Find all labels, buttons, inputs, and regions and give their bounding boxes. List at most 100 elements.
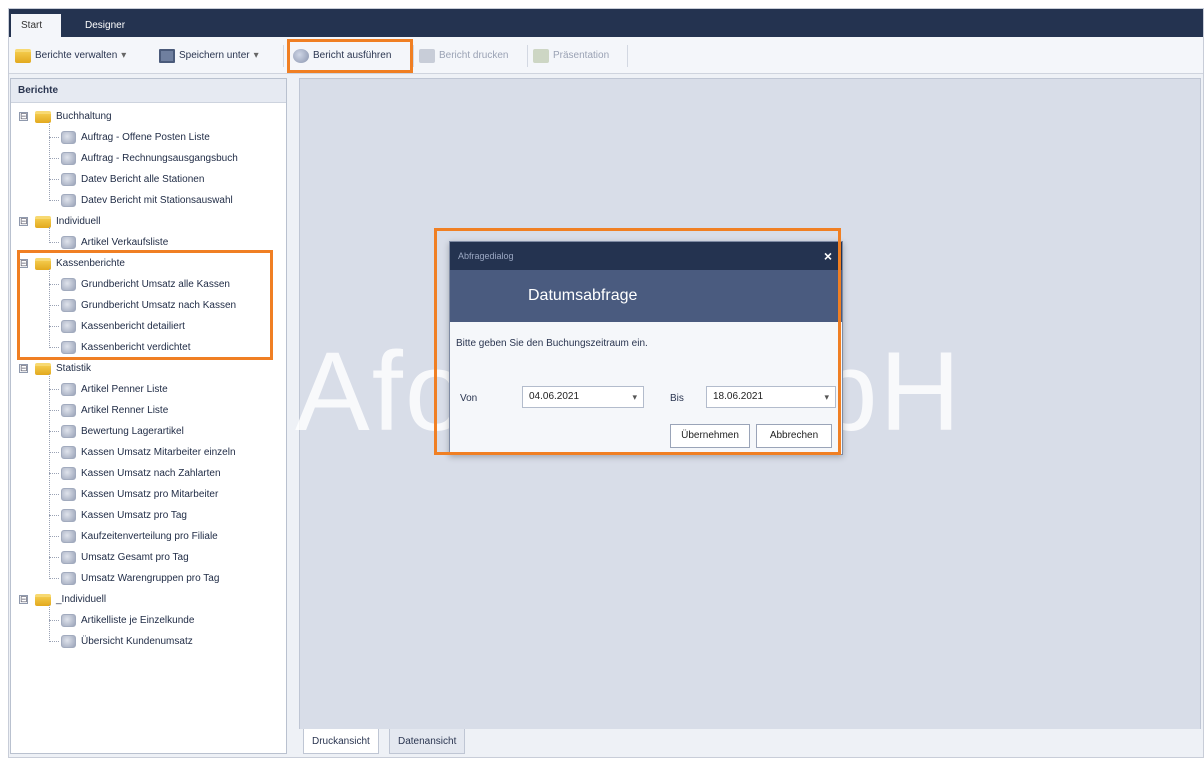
tab-data-view[interactable]: Datenansicht — [389, 729, 466, 754]
tree-report-item[interactable]: Artikel Verkaufsliste — [11, 232, 286, 253]
tree-connector — [49, 431, 59, 432]
toolbar-separator — [413, 45, 414, 67]
chevron-down-icon[interactable]: ▾ — [824, 387, 829, 407]
report-icon — [61, 488, 76, 501]
tree-group[interactable]: ⊟ Kassenberichte — [11, 253, 286, 274]
report-manager-window: Start Designer Berichte verwalten ▾ Spei… — [8, 8, 1204, 758]
tree-report-item[interactable]: Grundbericht Umsatz alle Kassen — [11, 274, 286, 295]
report-icon — [61, 320, 76, 333]
save-as-label: Speichern unter — [179, 50, 250, 61]
close-icon[interactable]: × — [824, 242, 832, 270]
tree-report-item[interactable]: Auftrag - Offene Posten Liste — [11, 127, 286, 148]
collapse-icon[interactable]: ⊟ — [19, 217, 28, 226]
report-icon — [61, 173, 76, 186]
report-icon — [61, 467, 76, 480]
to-date-field[interactable]: 18.06.2021 ▾ — [706, 386, 836, 408]
printer-icon — [419, 49, 435, 63]
tree-group[interactable]: ⊟ _Individuell — [11, 589, 286, 610]
tree-item-label: Artikel Verkaufsliste — [81, 237, 169, 248]
tree-report-item[interactable]: Artikelliste je Einzelkunde — [11, 610, 286, 631]
tree-item-label: Kassen Umsatz pro Tag — [81, 510, 187, 521]
tree-connector — [49, 536, 59, 537]
chevron-down-icon: ▾ — [253, 50, 259, 61]
tree-report-item[interactable]: Artikel Penner Liste — [11, 379, 286, 400]
dialog-header: Datumsabfrage — [450, 270, 842, 322]
from-label: Von — [460, 393, 478, 404]
tree-connector — [49, 242, 59, 243]
tab-designer[interactable]: Designer — [73, 14, 137, 37]
report-icon — [61, 635, 76, 648]
tree-item-label: Datev Bericht alle Stationen — [81, 174, 205, 185]
tab-start[interactable]: Start — [11, 14, 61, 37]
tree-report-item[interactable]: Auftrag - Rechnungsausgangsbuch — [11, 148, 286, 169]
report-icon — [61, 509, 76, 522]
tree-report-item[interactable]: Umsatz Warengruppen pro Tag — [11, 568, 286, 589]
toolbar-separator — [283, 45, 284, 67]
tree-item-label: Kassenbericht detailiert — [81, 321, 185, 332]
chevron-down-icon[interactable]: ▾ — [632, 387, 637, 407]
tree-connector — [49, 347, 59, 348]
tab-print-view[interactable]: Druckansicht — [303, 729, 379, 754]
save-as-button[interactable]: Speichern unter ▾ — [159, 46, 259, 66]
tree-report-item[interactable]: Datev Bericht alle Stationen — [11, 169, 286, 190]
tree-item-label: Kaufzeitenverteilung pro Filiale — [81, 531, 218, 542]
collapse-icon[interactable]: ⊟ — [19, 112, 28, 121]
view-tabs: Druckansicht Datenansicht — [299, 729, 1201, 757]
cancel-button[interactable]: Abbrechen — [756, 424, 832, 448]
from-date-value: 04.06.2021 — [529, 391, 580, 402]
tree-group-label: Individuell — [56, 216, 101, 227]
report-icon — [61, 341, 76, 354]
tree-connector — [49, 179, 59, 180]
tree-connector — [49, 227, 50, 243]
tree-item-label: Grundbericht Umsatz nach Kassen — [81, 300, 237, 311]
tree-report-item[interactable]: Kassenbericht detailiert — [11, 316, 286, 337]
report-icon — [61, 131, 76, 144]
to-date-value: 18.06.2021 — [713, 391, 764, 402]
tree-connector — [49, 374, 50, 579]
tree-report-item[interactable]: Umsatz Gesamt pro Tag — [11, 547, 286, 568]
report-icon — [61, 278, 76, 291]
tree-connector — [49, 410, 59, 411]
from-date-field[interactable]: 04.06.2021 ▾ — [522, 386, 644, 408]
tree-report-item[interactable]: Kassen Umsatz Mitarbeiter einzeln — [11, 442, 286, 463]
report-icon — [61, 383, 76, 396]
report-icon — [61, 614, 76, 627]
reports-panel-title: Berichte — [11, 79, 286, 103]
collapse-icon[interactable]: ⊟ — [19, 364, 28, 373]
presentation-button[interactable]: Präsentation — [533, 46, 609, 66]
print-report-button[interactable]: Bericht drucken — [419, 46, 508, 66]
tree-group[interactable]: ⊟ Individuell — [11, 211, 286, 232]
tree-report-item[interactable]: Bewertung Lagerartikel — [11, 421, 286, 442]
tree-report-item[interactable]: Kassen Umsatz nach Zahlarten — [11, 463, 286, 484]
tree-report-item[interactable]: Kassen Umsatz pro Mitarbeiter — [11, 484, 286, 505]
report-icon — [61, 572, 76, 585]
collapse-icon[interactable]: ⊟ — [19, 595, 28, 604]
apply-button[interactable]: Übernehmen — [670, 424, 750, 448]
tree-report-item[interactable]: Übersicht Kundenumsatz — [11, 631, 286, 652]
tree-group[interactable]: ⊟ Statistik — [11, 358, 286, 379]
report-icon — [61, 530, 76, 543]
tree-report-item[interactable]: Kassenbericht verdichtet — [11, 337, 286, 358]
tree-item-label: Kassen Umsatz nach Zahlarten — [81, 468, 221, 479]
tree-report-item[interactable]: Kassen Umsatz pro Tag — [11, 505, 286, 526]
report-icon — [61, 404, 76, 417]
run-report-button[interactable]: Bericht ausführen — [293, 46, 391, 66]
tree-report-item[interactable]: Kaufzeitenverteilung pro Filiale — [11, 526, 286, 547]
manage-reports-button[interactable]: Berichte verwalten ▾ — [15, 46, 126, 66]
report-icon — [61, 446, 76, 459]
tree-group-label: Kassenberichte — [56, 258, 125, 269]
collapse-icon[interactable]: ⊟ — [19, 259, 28, 268]
tree-report-item[interactable]: Grundbericht Umsatz nach Kassen — [11, 295, 286, 316]
tree-report-item[interactable]: Artikel Renner Liste — [11, 400, 286, 421]
presentation-icon — [533, 49, 549, 63]
tree-connector — [49, 158, 59, 159]
tree-connector — [49, 494, 59, 495]
tree-report-item[interactable]: Datev Bericht mit Stationsauswahl — [11, 190, 286, 211]
tree-group[interactable]: ⊟ Buchhaltung — [11, 106, 286, 127]
tree-item-label: Datev Bericht mit Stationsauswahl — [81, 195, 233, 206]
tree-item-label: Auftrag - Rechnungsausgangsbuch — [81, 153, 238, 164]
ribbon-tab-bar: Start Designer — [9, 9, 1203, 37]
tree-group-label: _Individuell — [56, 594, 107, 605]
tree-connector — [49, 305, 59, 306]
toolbar-separator — [527, 45, 528, 67]
